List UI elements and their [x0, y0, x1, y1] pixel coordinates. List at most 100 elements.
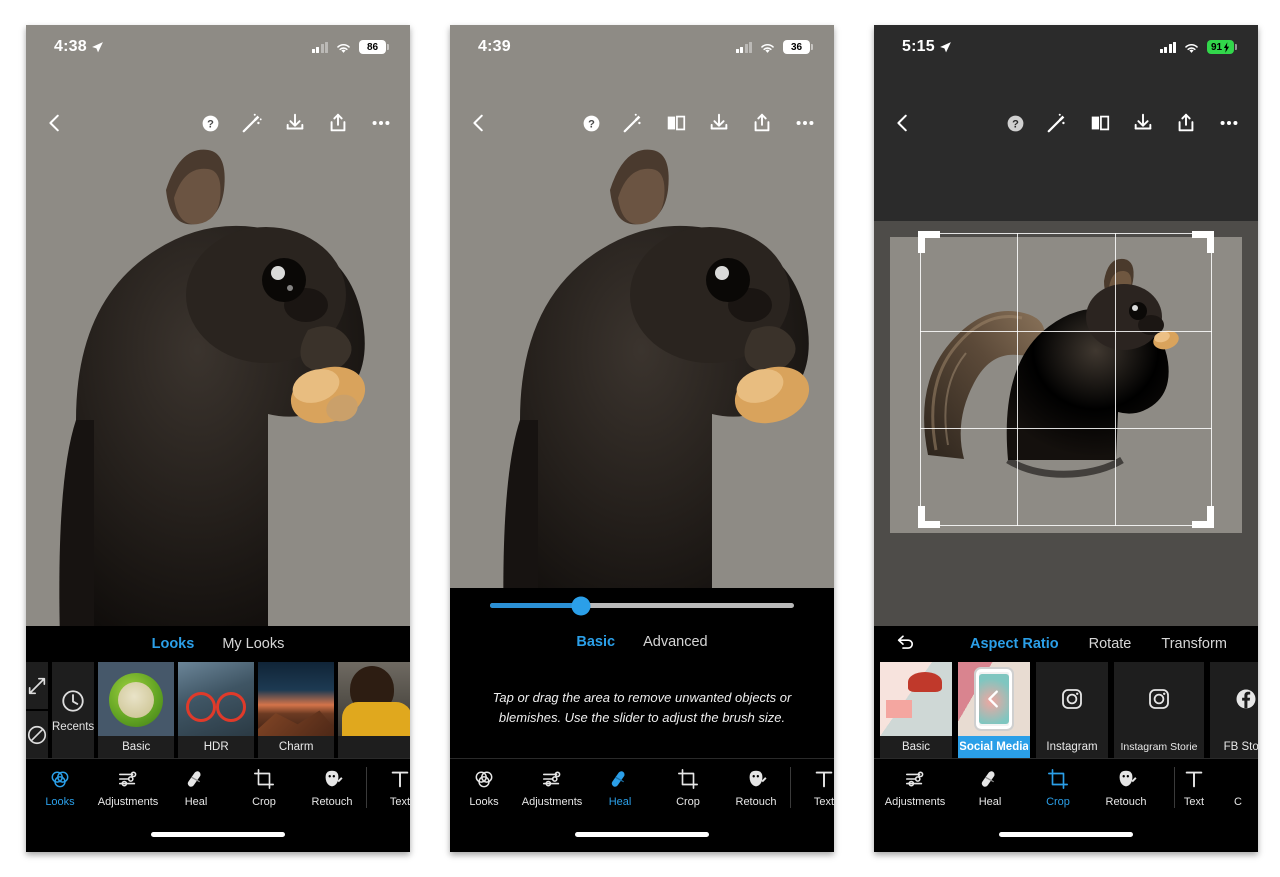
help-icon[interactable]: ?	[582, 114, 601, 133]
more-options-icon[interactable]	[794, 112, 816, 134]
tab-aspect-ratio[interactable]: Aspect Ratio	[970, 636, 1059, 652]
download-icon[interactable]	[284, 112, 306, 134]
nav-adjustments[interactable]: Adjustments	[94, 768, 162, 808]
download-icon[interactable]	[708, 112, 730, 134]
tab-rotate[interactable]: Rotate	[1089, 636, 1132, 652]
share-icon[interactable]	[751, 112, 773, 134]
preset-thumbnail	[1114, 662, 1204, 736]
before-after-icon[interactable]	[1089, 112, 1111, 134]
share-icon[interactable]	[1175, 112, 1197, 134]
status-indicators: 86	[311, 40, 389, 54]
facebook-icon	[1236, 689, 1256, 709]
nav-retouch[interactable]: Retouch	[722, 768, 790, 808]
bottom-panel-looks: Looks My Looks Recents Basic HDR Charm L…	[26, 626, 410, 852]
nav-crop[interactable]: Crop	[230, 768, 298, 808]
nav-label: Text	[1183, 795, 1205, 808]
nav-label: Retouch	[311, 795, 353, 808]
tab-advanced[interactable]: Advanced	[643, 634, 708, 650]
top-toolbar-icons: ?	[582, 112, 816, 134]
nav-looks[interactable]: Looks	[450, 768, 518, 808]
nav-adjustments[interactable]: Adjustments	[518, 768, 586, 808]
nav-label: Adjustments	[97, 795, 159, 808]
more-options-icon[interactable]	[370, 112, 392, 134]
top-toolbar-looks: ?	[26, 103, 410, 143]
nav-more[interactable]: C	[1228, 768, 1248, 808]
brush-size-slider[interactable]	[450, 588, 834, 624]
svg-text:?: ?	[1012, 118, 1019, 130]
tab-basic[interactable]: Basic	[576, 634, 615, 650]
magic-wand-icon[interactable]	[622, 112, 644, 134]
expand-arrows-icon[interactable]	[26, 662, 48, 709]
nav-label: C	[1234, 795, 1242, 808]
crop-handle-top-right[interactable]	[1207, 231, 1214, 253]
crop-handle-bottom-left[interactable]	[918, 506, 925, 528]
top-toolbar-heal: ?	[450, 103, 834, 143]
side-tools	[26, 662, 48, 758]
status-time: 4:39	[478, 38, 511, 55]
home-indicator[interactable]	[151, 831, 285, 837]
tab-transform[interactable]: Transform	[1161, 636, 1227, 652]
nav-crop[interactable]: Crop	[1024, 768, 1092, 808]
home-indicator[interactable]	[999, 831, 1133, 837]
nav-heal[interactable]: Heal	[162, 768, 230, 808]
nav-text[interactable]: Text	[366, 768, 410, 808]
tab-looks[interactable]: Looks	[152, 636, 195, 652]
home-indicator[interactable]	[575, 831, 709, 837]
preset-recents[interactable]: Recents	[52, 662, 95, 758]
nav-label: Adjustments	[521, 795, 583, 808]
back-button[interactable]	[468, 112, 490, 134]
location-arrow-icon	[939, 41, 951, 52]
back-button[interactable]	[44, 112, 66, 134]
preset-charm[interactable]: Charm	[258, 662, 335, 758]
slider-track[interactable]	[490, 596, 794, 616]
nav-retouch[interactable]: Retouch	[298, 768, 366, 808]
back-button[interactable]	[892, 112, 914, 134]
looks-preset-row[interactable]: Recents Basic HDR Charm	[26, 662, 410, 758]
slider-knob[interactable]	[571, 596, 591, 616]
magic-wand-icon[interactable]	[1046, 112, 1068, 134]
crop-handle-bottom-right[interactable]	[1207, 506, 1214, 528]
more-options-icon[interactable]	[1218, 112, 1240, 134]
home-indicator-bar	[26, 816, 410, 852]
help-icon[interactable]: ?	[1006, 114, 1025, 133]
before-after-icon[interactable]	[665, 112, 687, 134]
nav-retouch[interactable]: Retouch	[1092, 768, 1160, 808]
nav-text[interactable]: Text	[1160, 768, 1228, 808]
aspect-instagram-story[interactable]: Instagram Storie	[1114, 662, 1204, 758]
battery-indicator: 91	[1207, 40, 1237, 54]
preset-label	[338, 736, 410, 758]
nav-heal[interactable]: Heal	[956, 768, 1024, 808]
preset-thumbnail	[958, 662, 1030, 736]
help-icon[interactable]: ?	[201, 114, 220, 133]
tab-my-looks[interactable]: My Looks	[222, 636, 284, 652]
no-effect-icon[interactable]	[26, 711, 48, 758]
aspect-basic[interactable]: Basic	[880, 662, 952, 758]
wifi-icon	[1185, 43, 1198, 53]
aspect-fb-story[interactable]: FB Story	[1210, 662, 1258, 758]
nav-adjustments[interactable]: Adjustments	[874, 768, 956, 808]
nav-looks[interactable]: Looks	[26, 768, 94, 808]
bottom-nav-heal: Looks Adjustments Heal Crop Retouch Text	[450, 758, 834, 816]
crop-icon	[1048, 768, 1068, 789]
cellular-signal-icon	[1159, 41, 1176, 53]
magic-wand-icon[interactable]	[241, 112, 263, 134]
aspect-instagram[interactable]: Instagram	[1036, 662, 1108, 758]
crop-handle-top-left[interactable]	[918, 231, 925, 253]
preset-label: Instagram Storie	[1120, 741, 1198, 753]
nav-text[interactable]: Text	[790, 768, 834, 808]
nav-heal[interactable]: Heal	[586, 768, 654, 808]
retouch-icon	[749, 770, 767, 786]
download-icon[interactable]	[1132, 112, 1154, 134]
nav-crop[interactable]: Crop	[654, 768, 722, 808]
crop-overlay[interactable]	[918, 231, 1214, 528]
share-icon[interactable]	[327, 112, 349, 134]
crop-grid-line	[1017, 233, 1019, 526]
preset-basic[interactable]: Basic	[98, 662, 175, 758]
aspect-social-media[interactable]: Social Media	[958, 662, 1030, 758]
bottom-nav-crop: Adjustments Heal Crop Retouch Text C	[874, 758, 1258, 816]
crop-grid-line	[920, 428, 1212, 430]
preset-hdr[interactable]: HDR	[178, 662, 255, 758]
preset-partial[interactable]	[338, 662, 410, 758]
aspect-ratio-row[interactable]: Basic Social Media Instagram Instagram S…	[874, 662, 1258, 758]
reset-button[interactable]	[896, 631, 917, 657]
